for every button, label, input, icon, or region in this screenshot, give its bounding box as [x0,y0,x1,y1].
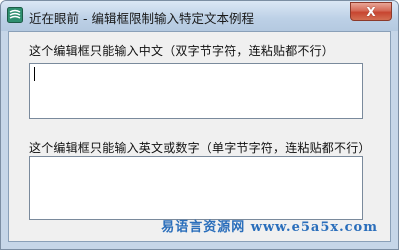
english-digits-textbox[interactable] [29,156,363,220]
english-digits-label: 这个编辑框只能输入英文或数字（单字节字符，连粘贴都不行） [29,141,371,155]
app-window: 近在眼前 - 编辑框限制输入特定文本例程 X 这个编辑框只能输入中文（双字节字符… [0,0,399,250]
title-bar[interactable]: 近在眼前 - 编辑框限制输入特定文本例程 X [1,1,398,31]
client-area: 这个编辑框只能输入中文（双字节字符，连粘贴都不行） 这个编辑框只能输入英文或数字… [8,31,391,242]
app-logo-icon[interactable] [7,7,23,23]
site-watermark: 易语言资源网 www.e5a5x.com [161,220,378,235]
text-caret [34,67,35,81]
close-icon: X [366,4,376,19]
window-title: 近在眼前 - 编辑框限制输入特定文本例程 [29,11,254,26]
chinese-only-textbox[interactable] [29,63,363,119]
chinese-only-label: 这个编辑框只能输入中文（双字节字符，连粘贴都不行） [29,44,335,58]
close-button[interactable]: X [350,2,392,21]
